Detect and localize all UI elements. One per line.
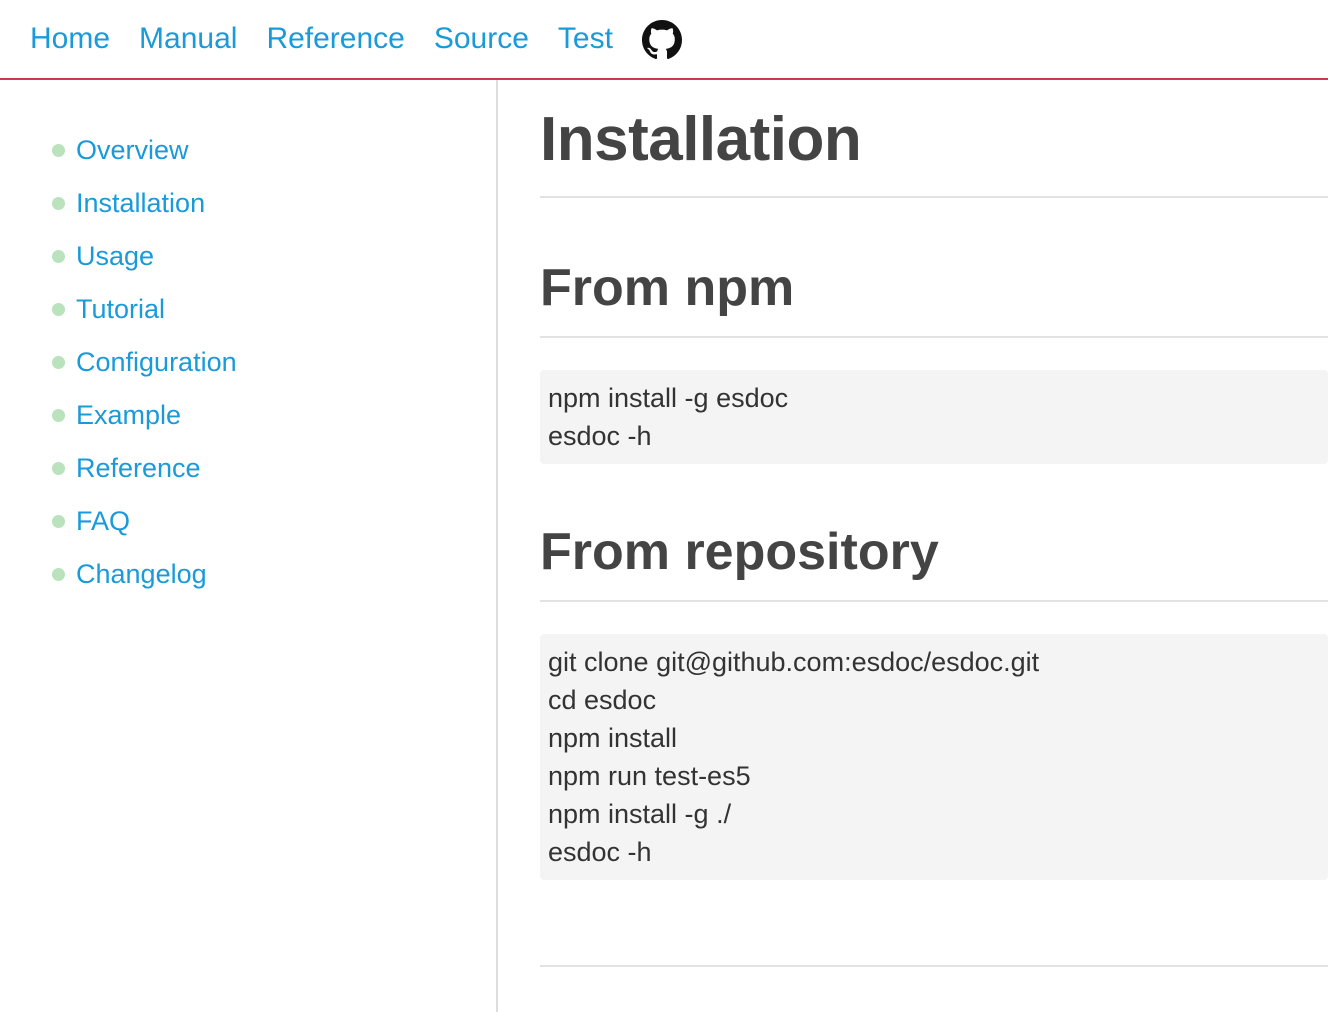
sidebar-link-tutorial[interactable]: Tutorial: [76, 294, 165, 325]
top-navigation: Home Manual Reference Source Test: [0, 0, 1328, 80]
bullet-icon: [52, 462, 65, 475]
github-icon[interactable]: [641, 20, 682, 60]
bullet-icon: [52, 144, 65, 157]
section-divider: [540, 600, 1328, 602]
sidebar-link-overview[interactable]: Overview: [76, 135, 189, 166]
sidebar-link-reference[interactable]: Reference: [76, 453, 201, 484]
sidebar-link-usage[interactable]: Usage: [76, 241, 154, 272]
title-divider: [540, 196, 1328, 198]
code-line: esdoc -h: [548, 421, 652, 451]
sidebar-item-overview: Overview: [52, 124, 237, 177]
code-line: npm install: [548, 723, 678, 753]
section-divider: [540, 336, 1328, 338]
sidebar-link-changelog[interactable]: Changelog: [76, 559, 207, 590]
sidebar-link-installation[interactable]: Installation: [76, 188, 205, 219]
section-heading-repository: From repository: [540, 523, 939, 581]
sidebar-item-usage: Usage: [52, 230, 237, 283]
sidebar: Overview Installation Usage Tutorial Con…: [0, 80, 498, 1012]
nav-home-link[interactable]: Home: [30, 24, 110, 54]
bullet-icon: [52, 568, 65, 581]
bullet-icon: [52, 409, 65, 422]
bullet-icon: [52, 250, 65, 263]
code-line: npm install -g esdoc: [548, 383, 789, 413]
page-title: Installation: [540, 105, 862, 174]
sidebar-link-faq[interactable]: FAQ: [76, 506, 130, 537]
bullet-icon: [52, 356, 65, 369]
code-line: git clone git@github.com:esdoc/esdoc.git: [548, 647, 1040, 677]
nav-manual-link[interactable]: Manual: [139, 24, 237, 54]
sidebar-link-configuration[interactable]: Configuration: [76, 347, 237, 378]
code-block-repository: git clone git@github.com:esdoc/esdoc.git…: [540, 634, 1328, 880]
sidebar-link-example[interactable]: Example: [76, 400, 181, 431]
code-block-npm: npm install -g esdoc esdoc -h: [540, 370, 1328, 464]
code-line: cd esdoc: [548, 685, 657, 715]
nav-reference-link[interactable]: Reference: [266, 24, 404, 54]
footer-divider: [540, 965, 1328, 967]
sidebar-item-example: Example: [52, 389, 237, 442]
manual-index-list: Overview Installation Usage Tutorial Con…: [52, 124, 237, 601]
sidebar-item-reference: Reference: [52, 442, 237, 495]
main-content: Installation From npm npm install -g esd…: [540, 80, 1328, 1012]
bullet-icon: [52, 197, 65, 210]
nav-test-link[interactable]: Test: [558, 24, 613, 54]
sidebar-item-faq: FAQ: [52, 495, 237, 548]
section-heading-npm: From npm: [540, 259, 795, 317]
sidebar-item-installation: Installation: [52, 177, 237, 230]
sidebar-item-tutorial: Tutorial: [52, 283, 237, 336]
bullet-icon: [52, 515, 65, 528]
bullet-icon: [52, 303, 65, 316]
code-line: esdoc -h: [548, 837, 652, 867]
sidebar-item-configuration: Configuration: [52, 336, 237, 389]
nav-source-link[interactable]: Source: [434, 24, 529, 54]
code-line: npm run test-es5: [548, 761, 751, 791]
code-line: npm install -g ./: [548, 799, 732, 829]
sidebar-item-changelog: Changelog: [52, 548, 237, 601]
